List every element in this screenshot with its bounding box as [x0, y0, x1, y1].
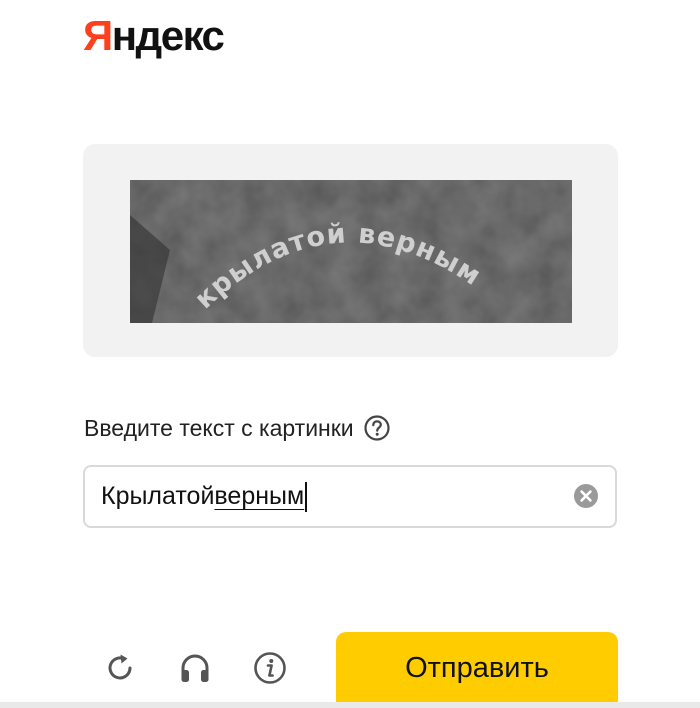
- clear-input-icon[interactable]: [573, 483, 599, 509]
- text-caret: [305, 481, 308, 512]
- refresh-icon[interactable]: [102, 650, 138, 686]
- info-icon[interactable]: [252, 650, 288, 686]
- captcha-answer-value[interactable]: Крылатой верным: [101, 467, 308, 526]
- answer-word-1: Крылатой: [101, 482, 215, 510]
- answer-word-2: верным: [214, 482, 305, 510]
- prompt-label: Введите текст с картинки: [84, 415, 354, 441]
- headphones-icon[interactable]: [177, 650, 213, 686]
- logo-rest: ндекс: [111, 12, 225, 59]
- help-icon[interactable]: [364, 415, 390, 441]
- bottom-divider: [0, 702, 700, 708]
- logo-first-letter: Я: [83, 12, 113, 59]
- captcha-image: крылатой верным: [130, 180, 572, 323]
- submit-button[interactable]: Отправить: [336, 632, 618, 708]
- captcha-panel: крылатой верным: [83, 144, 618, 357]
- yandex-logo[interactable]: Яндекс: [83, 12, 225, 60]
- captcha-answer-field[interactable]: Крылатой верным: [83, 465, 617, 528]
- captcha-prompt: Введите текст с картинки: [84, 408, 390, 448]
